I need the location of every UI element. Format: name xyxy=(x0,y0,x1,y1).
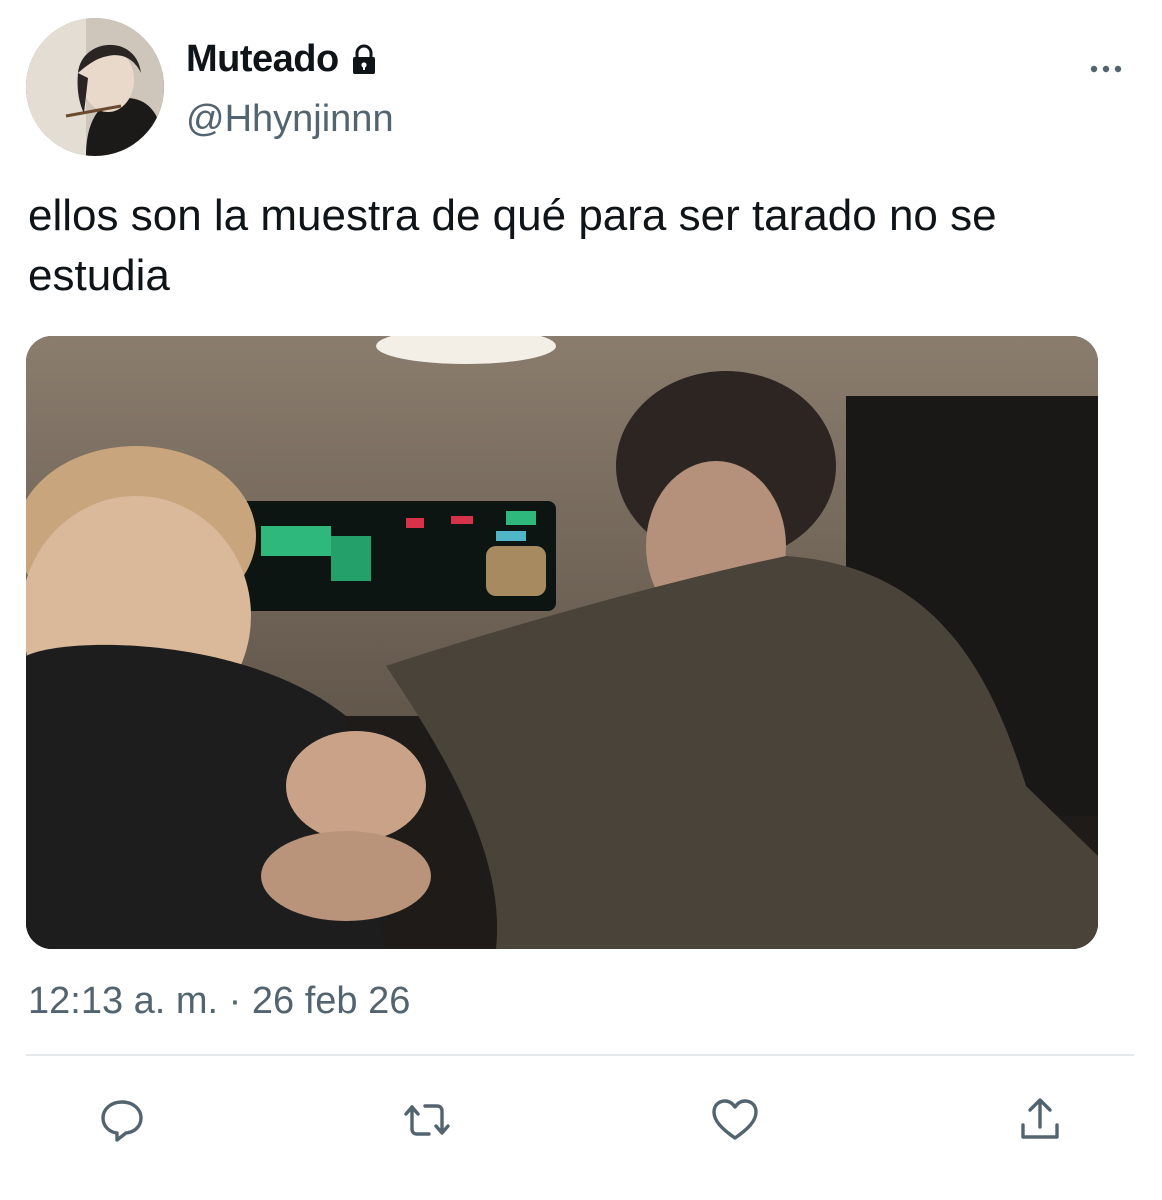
display-name[interactable]: Muteado xyxy=(186,38,381,81)
lock-icon xyxy=(347,43,381,77)
divider xyxy=(26,1054,1134,1056)
user-handle[interactable]: @Hhynjinnn xyxy=(186,98,394,141)
retweet-button[interactable] xyxy=(397,1090,457,1150)
like-button[interactable] xyxy=(705,1090,765,1150)
reply-icon xyxy=(101,1100,143,1142)
avatar[interactable] xyxy=(26,18,164,156)
share-icon xyxy=(1021,1098,1059,1139)
heart-icon xyxy=(712,1099,758,1140)
tweet-text: ellos son la muestra de qué para ser tar… xyxy=(28,191,997,300)
more-options-icon[interactable] xyxy=(1086,54,1126,84)
tweet-actions xyxy=(0,1090,1162,1160)
display-name-text: Muteado xyxy=(186,38,339,80)
retweet-icon xyxy=(404,1104,450,1136)
tweet-media-photo[interactable] xyxy=(26,336,1098,949)
share-button[interactable] xyxy=(1010,1090,1070,1150)
tweet-timestamp[interactable]: 12:13 a. m. · 26 feb 26 xyxy=(28,980,410,1023)
tweet-card: Muteado @Hhynjinnn ellos son la muestra … xyxy=(0,0,1162,1200)
reply-button[interactable] xyxy=(92,1090,152,1150)
